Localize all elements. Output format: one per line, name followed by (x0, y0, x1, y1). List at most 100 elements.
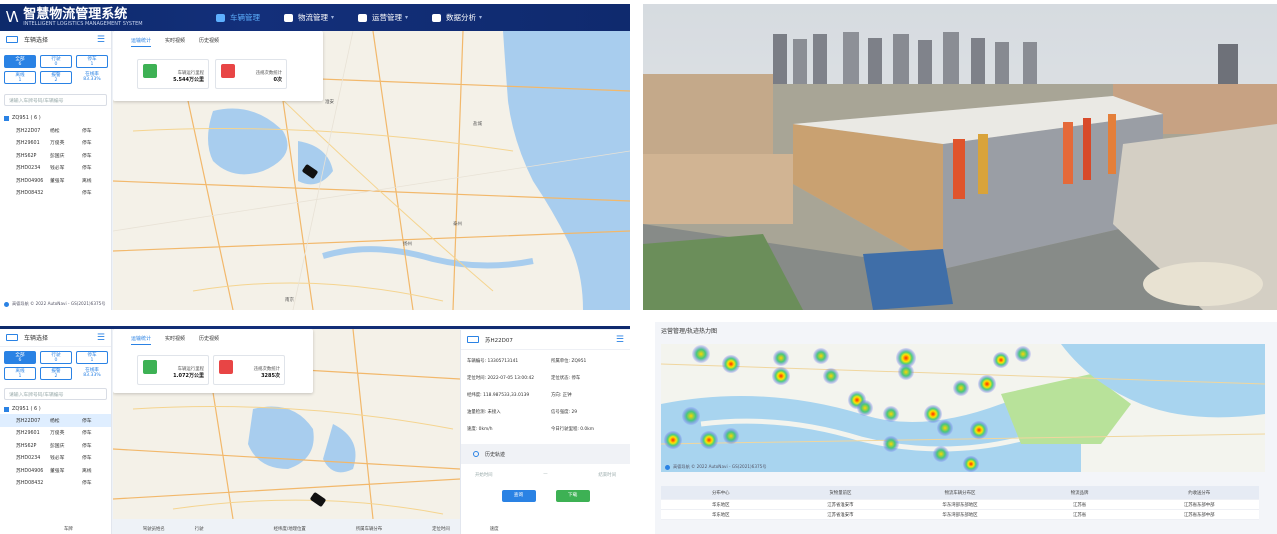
menu-icon[interactable]: ☰ (97, 35, 105, 45)
list-item[interactable]: 苏HD04906 董强军 离线 (0, 174, 111, 187)
vehicle-group[interactable]: ZQ951 ( 6 ) (0, 115, 111, 121)
detail-actions: 查询 下载 (461, 490, 630, 502)
column-header: 车牌 (64, 527, 73, 532)
transport-stats-card: 运输统计 实时视频 历史视频 车辆运行里程 1.072万公里 违规次数统计 32… (113, 329, 313, 393)
list-item[interactable]: 苏HS62P 彭国庆 停车 (0, 439, 111, 452)
tab-history-video[interactable]: 历史视频 (199, 335, 219, 345)
checkbox-icon[interactable] (4, 406, 9, 412)
truck-icon (6, 334, 18, 341)
truck-icon (6, 36, 18, 43)
chart-icon (432, 13, 442, 22)
map-copyright: 高德导航 © 2022 AutoNavi - GS(2021)6375号 (4, 301, 106, 307)
map-place-label: 南京 (285, 298, 294, 303)
column-header: 经纬度/地理位置 (273, 527, 306, 532)
vehicle-search-input[interactable]: 请输入车牌号码/车辆编号 (4, 94, 107, 106)
history-track-section: 历史轨迹 (461, 444, 630, 464)
chevron-down-icon: ▾ (331, 14, 335, 21)
stat-offline[interactable]: 离线 1 (4, 71, 36, 84)
stat-offline[interactable]: 离线 1 (4, 367, 36, 380)
kpi-violations: 违规次数统计 0次 (215, 59, 287, 89)
list-item[interactable]: 苏H29601 万俊英 停车 (0, 137, 111, 150)
sidebar-header: 车辆选择 ☰ (0, 31, 111, 49)
top-nav: \/\ 智慧物流管理系统 INTELLIGENT LOGISTICS MANAG… (0, 4, 630, 31)
heatmap-map[interactable]: 高德导航 © 2022 AutoNavi - GS(2021)6375号 (661, 344, 1265, 472)
menu-operations-management[interactable]: 运营管理 ▾ (346, 4, 420, 31)
list-item[interactable]: 苏HD08432 停车 (0, 187, 111, 200)
stat-driving[interactable]: 行驶 0 (40, 55, 72, 68)
stat-driving[interactable]: 行驶 0 (40, 351, 72, 364)
table-row[interactable]: 华东地区 江苏省淮安市 华东湾部东部地区 江苏省 江苏省东部中部 (661, 510, 1259, 520)
stats-tabs: 运输统计 实时视频 历史视频 (113, 329, 313, 345)
field-fuel: 油量检测: 未接入 (467, 410, 501, 415)
truck-icon (467, 336, 479, 343)
vehicle-group[interactable]: ZQ951 ( 6 ) (0, 406, 111, 412)
field-today-mileage: 今日行驶里程: 0.0km (551, 427, 595, 432)
logo-mark-icon: \/\ (6, 10, 18, 25)
stat-all[interactable]: 全部 6 (4, 55, 36, 68)
column-header: 货物量前区 (829, 490, 852, 496)
chevron-down-icon: ▾ (479, 14, 483, 21)
query-button[interactable]: 查询 (501, 490, 536, 502)
tab-live-video[interactable]: 实时视频 (165, 335, 185, 345)
tab-transport-stats[interactable]: 运输统计 (131, 37, 152, 47)
menu-vehicle-management[interactable]: 车辆管理 (204, 4, 272, 31)
stat-value: 1 (90, 358, 94, 363)
menu-icon[interactable]: ☰ (616, 335, 624, 345)
stat-parked[interactable]: 停车 1 (76, 55, 108, 68)
menu-logistics-management[interactable]: 物流管理 ▾ (272, 4, 346, 31)
list-item-selected[interactable]: 苏H22D07 杨松 停车 (0, 414, 111, 427)
stat-value: 1 (90, 62, 94, 67)
tab-history-video[interactable]: 历史视频 (199, 37, 219, 47)
stat-value: 2 (54, 78, 58, 83)
sidebar-title: 车辆选择 (24, 335, 49, 342)
monitor-icon (358, 13, 368, 22)
screenshot-collage: \/\ 智慧物流管理系统 INTELLIGENT LOGISTICS MANAG… (0, 0, 1277, 534)
detail-title: 苏H22D07 (485, 337, 513, 344)
group-label: ZQ951 ( 6 ) (12, 406, 41, 412)
tab-transport-stats[interactable]: 运输统计 (131, 335, 152, 345)
start-time-input[interactable]: 开始时间 (475, 472, 493, 478)
menu-label: 物流管理 (298, 13, 328, 22)
warning-icon (219, 360, 233, 374)
stat-value: 6 (18, 62, 22, 67)
stat-value: 83.33% (83, 373, 101, 378)
field-signal: 信号强度: 29 (551, 410, 578, 415)
vehicle-stats: 全部 6 行驶 0 停车 1 离线 1 报警 2 在线率 83.33% (0, 49, 111, 84)
stat-value: 2 (54, 374, 58, 379)
stat-parked[interactable]: 停车 1 (76, 351, 108, 364)
date-range: 开始时间 — 结束时间 (461, 464, 630, 486)
road-icon (143, 360, 157, 374)
kpi-value: 1.072万公里 (173, 373, 204, 379)
tab-live-video[interactable]: 实时视频 (165, 37, 185, 47)
menu-data-analysis[interactable]: 数据分析 ▾ (420, 4, 494, 31)
app-title: 智慧物流管理系统 (23, 6, 128, 22)
warehouse-aerial-image (643, 4, 1277, 310)
list-item[interactable]: 苏H29601 万俊英 停车 (0, 427, 111, 440)
list-item[interactable]: 苏HD0234 钱必军 停车 (0, 162, 111, 175)
stat-value: 0 (54, 62, 58, 67)
table-row[interactable]: 华东地区 江苏省淮安市 华东湾部东部地区 江苏省 江苏省东部中部 (661, 500, 1259, 510)
map-logo-icon (4, 301, 9, 307)
app-logo: \/\ 智慧物流管理系统 INTELLIGENT LOGISTICS MANAG… (0, 8, 200, 28)
page-title: 运营管理/轨迹热力图 (661, 328, 718, 335)
stat-all[interactable]: 全部 6 (4, 351, 36, 364)
list-item[interactable]: 苏H22D07 杨松 停车 (0, 124, 111, 137)
list-item[interactable]: 苏HD04906 董强军 离线 (0, 464, 111, 477)
vehicle-search-input[interactable]: 请输入车牌号码/车辆编号 (4, 388, 107, 400)
list-item[interactable]: 苏HD08432 停车 (0, 477, 111, 490)
field-locate-time: 定位时间: 2022-07-05 13:00:42 (467, 376, 535, 381)
list-item[interactable]: 苏HD0234 钱必军 停车 (0, 452, 111, 465)
download-button[interactable]: 下载 (555, 490, 590, 502)
menu-label: 数据分析 (446, 13, 477, 22)
map-view[interactable]: 运输统计 实时视频 历史视频 车辆运行里程 1.072万公里 违规次数统计 32… (113, 329, 460, 519)
stat-alarm[interactable]: 报警 2 (40, 71, 72, 84)
menu-label: 车辆管理 (230, 13, 260, 22)
map-view[interactable]: 运输统计 实时视频 历史视频 车辆运行里程 5.544万公里 违规次数统计 0次… (113, 31, 630, 310)
checkbox-icon[interactable] (4, 115, 9, 121)
stat-alarm[interactable]: 报警 2 (40, 367, 72, 380)
map-place-label: 泰州 (453, 222, 462, 227)
end-time-input[interactable]: 结束时间 (598, 472, 616, 478)
bottom-table-header: 车牌 驾驶员姓名 行驶 经纬度/地理位置 所属车辆分布 定位时间 速度 (0, 524, 630, 534)
menu-icon[interactable]: ☰ (97, 333, 105, 343)
list-item[interactable]: 苏HS62P 彭国庆 停车 (0, 149, 111, 162)
